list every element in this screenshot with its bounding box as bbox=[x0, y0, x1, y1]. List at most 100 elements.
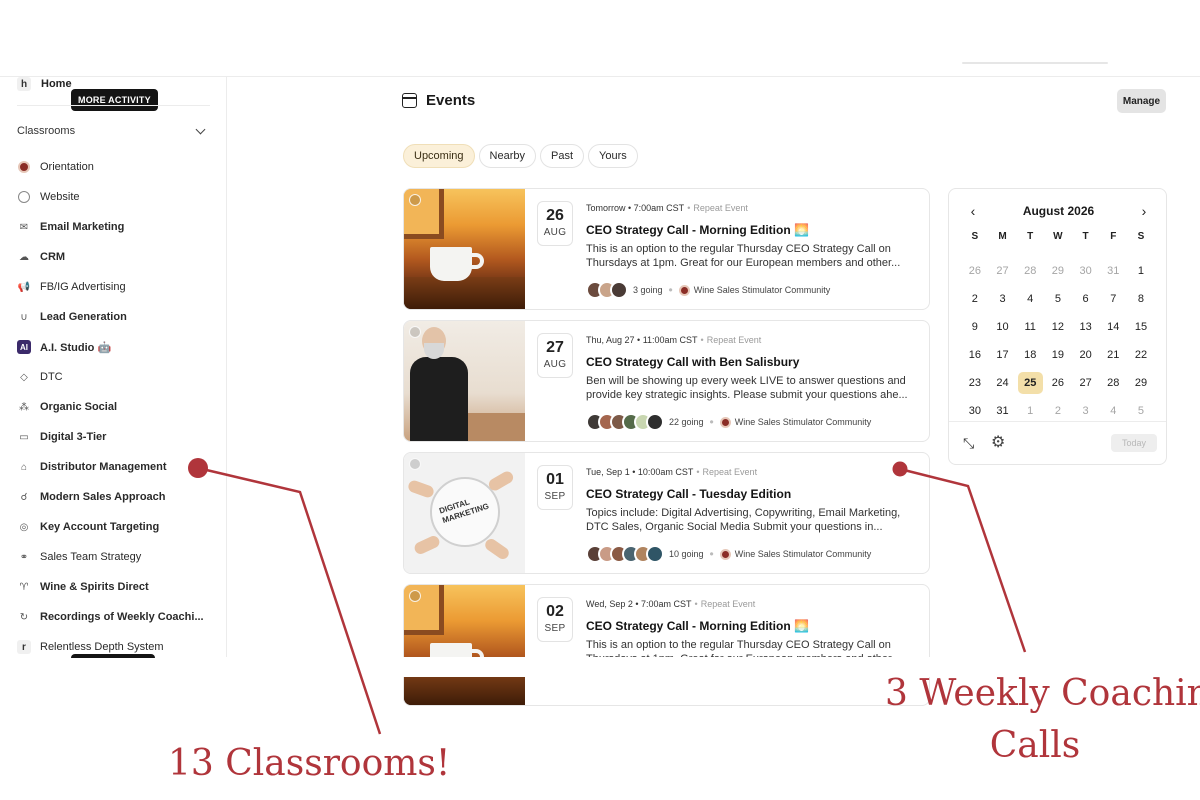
calendar-day[interactable]: 24 bbox=[989, 369, 1017, 397]
calendar-day[interactable]: 8 bbox=[1127, 285, 1155, 313]
calendar-day[interactable]: 14 bbox=[1099, 313, 1127, 341]
event-card[interactable]: DIGITAL MARKETING 01 SEP Tue, Sep 1 • 10:00a… bbox=[403, 452, 930, 574]
repeat-label: Repeat Event bbox=[693, 203, 748, 213]
calendar-day[interactable]: 15 bbox=[1127, 313, 1155, 341]
calendar-day[interactable]: 3 bbox=[989, 285, 1017, 313]
gear-icon[interactable]: ⚙ bbox=[991, 432, 1005, 452]
next-month-icon[interactable]: › bbox=[1138, 203, 1150, 219]
event-title[interactable]: CEO Strategy Call with Ben Salisbury bbox=[586, 355, 916, 369]
sidebar-item-organic-social[interactable]: ⁂ Organic Social bbox=[17, 392, 204, 422]
event-card[interactable]: 02 SEP Wed, Sep 2 • 7:00am CST • Repeat Even… bbox=[403, 584, 930, 706]
sidebar-item-home[interactable]: h Home bbox=[17, 77, 72, 91]
event-time: Tue, Sep 1 • 10:00am CST bbox=[586, 467, 694, 477]
sidebar-item-a-i-studio[interactable]: AI A.I. Studio 🤖 bbox=[17, 332, 204, 362]
calendar-today[interactable]: 25 bbox=[1016, 369, 1044, 397]
event-card[interactable]: 26 AUG Tomorrow • 7:00am CST • Repeat Event C… bbox=[403, 188, 930, 310]
sidebar-item-distributor-management[interactable]: ⌂ Distributor Management bbox=[17, 452, 204, 482]
classrooms-section-header[interactable]: Classrooms bbox=[17, 124, 207, 137]
calendar-day[interactable]: 30 bbox=[1072, 257, 1100, 285]
calendar-day[interactable]: 27 bbox=[1072, 369, 1100, 397]
calendar-day[interactable]: 26 bbox=[961, 257, 989, 285]
manage-button[interactable]: Manage bbox=[1117, 89, 1166, 113]
calendar-day[interactable]: 10 bbox=[989, 313, 1017, 341]
chevron-down-icon[interactable] bbox=[195, 124, 206, 134]
attendee-avatars[interactable] bbox=[586, 545, 664, 563]
calendar-day[interactable]: 27 bbox=[989, 257, 1017, 285]
calendar-day[interactable]: 9 bbox=[961, 313, 989, 341]
sidebar-item-digital-3-tier[interactable]: ▭ Digital 3-Tier bbox=[17, 422, 204, 452]
sidebar-item-sales-team-strategy[interactable]: ⚭ Sales Team Strategy bbox=[17, 542, 204, 572]
sidebar-item-label: A.I. Studio 🤖 bbox=[40, 341, 112, 354]
repeat-label: Repeat Event bbox=[706, 335, 762, 345]
event-description: Topics include: Digital Advertising, Cop… bbox=[586, 507, 901, 533]
sidebar-item-website[interactable]: Website bbox=[17, 182, 204, 212]
calendar-day[interactable]: 18 bbox=[1016, 341, 1044, 369]
event-image[interactable]: DIGITAL MARKETING bbox=[404, 453, 525, 573]
calendar-day[interactable]: 19 bbox=[1044, 341, 1072, 369]
calendar-day[interactable]: 17 bbox=[989, 341, 1017, 369]
calendar-day[interactable]: 2 bbox=[961, 285, 989, 313]
calendar-day[interactable]: 11 bbox=[1016, 313, 1044, 341]
repeat-icon bbox=[409, 590, 421, 602]
sidebar-item-label: Digital 3-Tier bbox=[40, 431, 107, 443]
calendar-day[interactable]: 1 bbox=[1127, 257, 1155, 285]
sidebar-item-orientation[interactable]: Orientation bbox=[17, 152, 204, 182]
community-name[interactable]: Wine Sales Stimulator Community bbox=[735, 549, 872, 559]
meta-separator: • bbox=[696, 467, 700, 477]
prev-month-icon[interactable]: ‹ bbox=[967, 203, 979, 219]
event-time: Tomorrow • 7:00am CST bbox=[586, 203, 685, 213]
attendee-avatars[interactable] bbox=[586, 281, 628, 299]
calendar-day[interactable]: 28 bbox=[1016, 257, 1044, 285]
expand-icon[interactable]: ⤡ bbox=[963, 435, 974, 452]
tab-upcoming[interactable]: Upcoming bbox=[403, 144, 475, 168]
calendar-day[interactable]: 4 bbox=[1016, 285, 1044, 313]
calendar-day[interactable]: 20 bbox=[1072, 341, 1100, 369]
community-name[interactable]: Wine Sales Stimulator Community bbox=[694, 285, 831, 295]
community-name[interactable]: Wine Sales Stimulator Community bbox=[735, 417, 872, 427]
calendar-day[interactable]: 29 bbox=[1127, 369, 1155, 397]
calendar-day[interactable]: 21 bbox=[1099, 341, 1127, 369]
sidebar-item-fb-ig-advertising[interactable]: 📢 FB/IG Advertising bbox=[17, 272, 204, 302]
sidebar-item-crm[interactable]: ☁ CRM bbox=[17, 242, 204, 272]
calendar-day-number: 10 bbox=[996, 321, 1009, 333]
calendar-day[interactable]: 5 bbox=[1044, 285, 1072, 313]
event-title[interactable]: CEO Strategy Call - Tuesday Edition bbox=[586, 487, 916, 501]
calendar-day[interactable]: 29 bbox=[1044, 257, 1072, 285]
sidebar-item-dtc[interactable]: ◇ DTC bbox=[17, 362, 204, 392]
event-date-badge: 27 AUG bbox=[537, 333, 573, 378]
tab-nearby[interactable]: Nearby bbox=[478, 144, 536, 168]
calendar-day[interactable]: 6 bbox=[1072, 285, 1100, 313]
calendar-day[interactable]: 12 bbox=[1044, 313, 1072, 341]
sidebar-item-email-marketing[interactable]: ✉ Email Marketing bbox=[17, 212, 204, 242]
sidebar-item-modern-sales-approach[interactable]: ☌ Modern Sales Approach bbox=[17, 482, 204, 512]
event-image[interactable] bbox=[404, 321, 525, 441]
more-activity-tooltip[interactable]: MORE ACTIVITY bbox=[71, 89, 158, 111]
tab-past[interactable]: Past bbox=[540, 144, 585, 168]
calendar-day[interactable]: 31 bbox=[1099, 257, 1127, 285]
calendar-day[interactable]: 26 bbox=[1044, 369, 1072, 397]
sidebar-item-wine-spirits-direct[interactable]: ♈ Wine & Spirits Direct bbox=[17, 572, 204, 602]
calendar-day-number: 23 bbox=[968, 377, 981, 389]
calendar-day-number: 13 bbox=[1079, 321, 1092, 333]
calendar-day[interactable]: 7 bbox=[1099, 285, 1127, 313]
today-button[interactable]: Today bbox=[1111, 434, 1157, 452]
calendar-day[interactable]: 22 bbox=[1127, 341, 1155, 369]
weekday-label: S bbox=[971, 231, 979, 242]
event-date-month: AUG bbox=[543, 359, 567, 370]
event-title[interactable]: CEO Strategy Call - Morning Edition 🌅 bbox=[586, 223, 916, 237]
event-image[interactable] bbox=[404, 189, 525, 309]
sidebar-item-recordings-of-weekly-coachi[interactable]: ↻ Recordings of Weekly Coachi... bbox=[17, 602, 204, 632]
calendar-day[interactable]: 13 bbox=[1072, 313, 1100, 341]
calendar-day[interactable]: 28 bbox=[1099, 369, 1127, 397]
sidebar-item-key-account-targeting[interactable]: ◎ Key Account Targeting bbox=[17, 512, 204, 542]
scroll-indicator bbox=[71, 654, 155, 658]
tab-yours[interactable]: Yours bbox=[588, 144, 638, 168]
attendee-avatars[interactable] bbox=[586, 413, 664, 431]
event-card[interactable]: 27 AUG Thu, Aug 27 • 11:00am CST • Repeat Ev… bbox=[403, 320, 930, 442]
sidebar-item-lead-generation[interactable]: ∪ Lead Generation bbox=[17, 302, 204, 332]
event-image[interactable] bbox=[404, 585, 525, 705]
event-title[interactable]: CEO Strategy Call - Morning Edition 🌅 bbox=[586, 619, 916, 633]
calendar-day[interactable]: 23 bbox=[961, 369, 989, 397]
calendar-day[interactable]: 16 bbox=[961, 341, 989, 369]
event-description: This is an option to the regular Thursda… bbox=[586, 243, 901, 269]
